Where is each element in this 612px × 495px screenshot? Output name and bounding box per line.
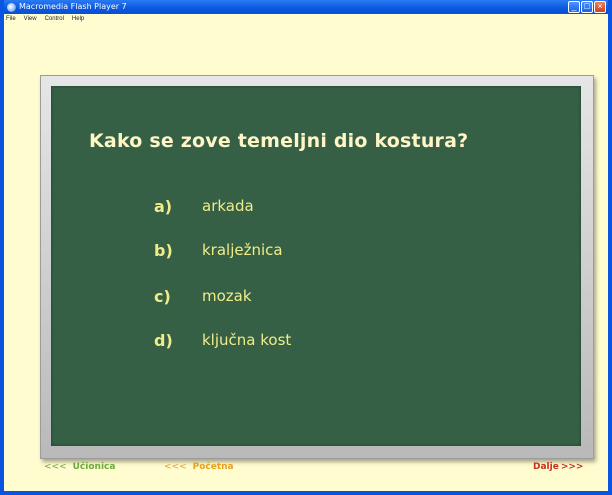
minimize-button[interactable]: _ (568, 1, 580, 13)
pocetna-label: Početna (192, 462, 234, 472)
menu-view[interactable]: View (24, 14, 37, 24)
window-title: Macromedia Flash Player 7 (19, 2, 127, 11)
minimize-icon: _ (571, 1, 577, 11)
answer-option-d[interactable]: d) ključna kost (154, 328, 291, 352)
answer-text: mozak (202, 287, 252, 305)
answer-letter: c) (154, 286, 171, 306)
ucionica-label: Učionica (72, 462, 116, 472)
pocetna-link[interactable]: <<< Početna (164, 462, 234, 472)
flash-player-icon (7, 2, 16, 12)
title-bar[interactable]: Macromedia Flash Player 7 _ □ × (4, 0, 608, 14)
quiz-question: Kako se zove temeljni dio kostura? (89, 130, 469, 152)
flash-player-window: Macromedia Flash Player 7 _ □ × File Vie… (0, 0, 612, 495)
answer-letter: a) (154, 196, 173, 216)
chalkboard-frame: Kako se zove temeljni dio kostura? a) ar… (40, 75, 594, 459)
ucionica-link[interactable]: <<< Učionica (44, 462, 115, 472)
back-arrows: <<< (164, 462, 187, 472)
answer-letter: b) (154, 240, 173, 260)
maximize-icon: □ (584, 1, 590, 11)
answer-text: kralježnica (202, 241, 283, 259)
back-arrows: <<< (44, 462, 67, 472)
dalje-label: Dalje (533, 462, 559, 472)
menu-file[interactable]: File (6, 14, 16, 24)
close-icon: × (597, 1, 603, 11)
answer-option-b[interactable]: b) kralježnica (154, 238, 283, 262)
answer-option-c[interactable]: c) mozak (154, 284, 252, 308)
menu-help[interactable]: Help (72, 14, 84, 24)
maximize-button[interactable]: □ (581, 1, 593, 13)
menu-bar: File View Control Help (4, 14, 608, 24)
dalje-link[interactable]: Dalje >>> (533, 462, 583, 472)
close-button[interactable]: × (594, 1, 606, 13)
answer-text: ključna kost (202, 331, 292, 349)
answer-text: arkada (202, 197, 254, 215)
forward-arrows: >>> (560, 462, 584, 472)
menu-control[interactable]: Control (45, 14, 64, 24)
chalkboard: Kako se zove temeljni dio kostura? a) ar… (51, 86, 581, 446)
answer-letter: d) (154, 330, 173, 350)
answer-option-a[interactable]: a) arkada (154, 194, 254, 218)
